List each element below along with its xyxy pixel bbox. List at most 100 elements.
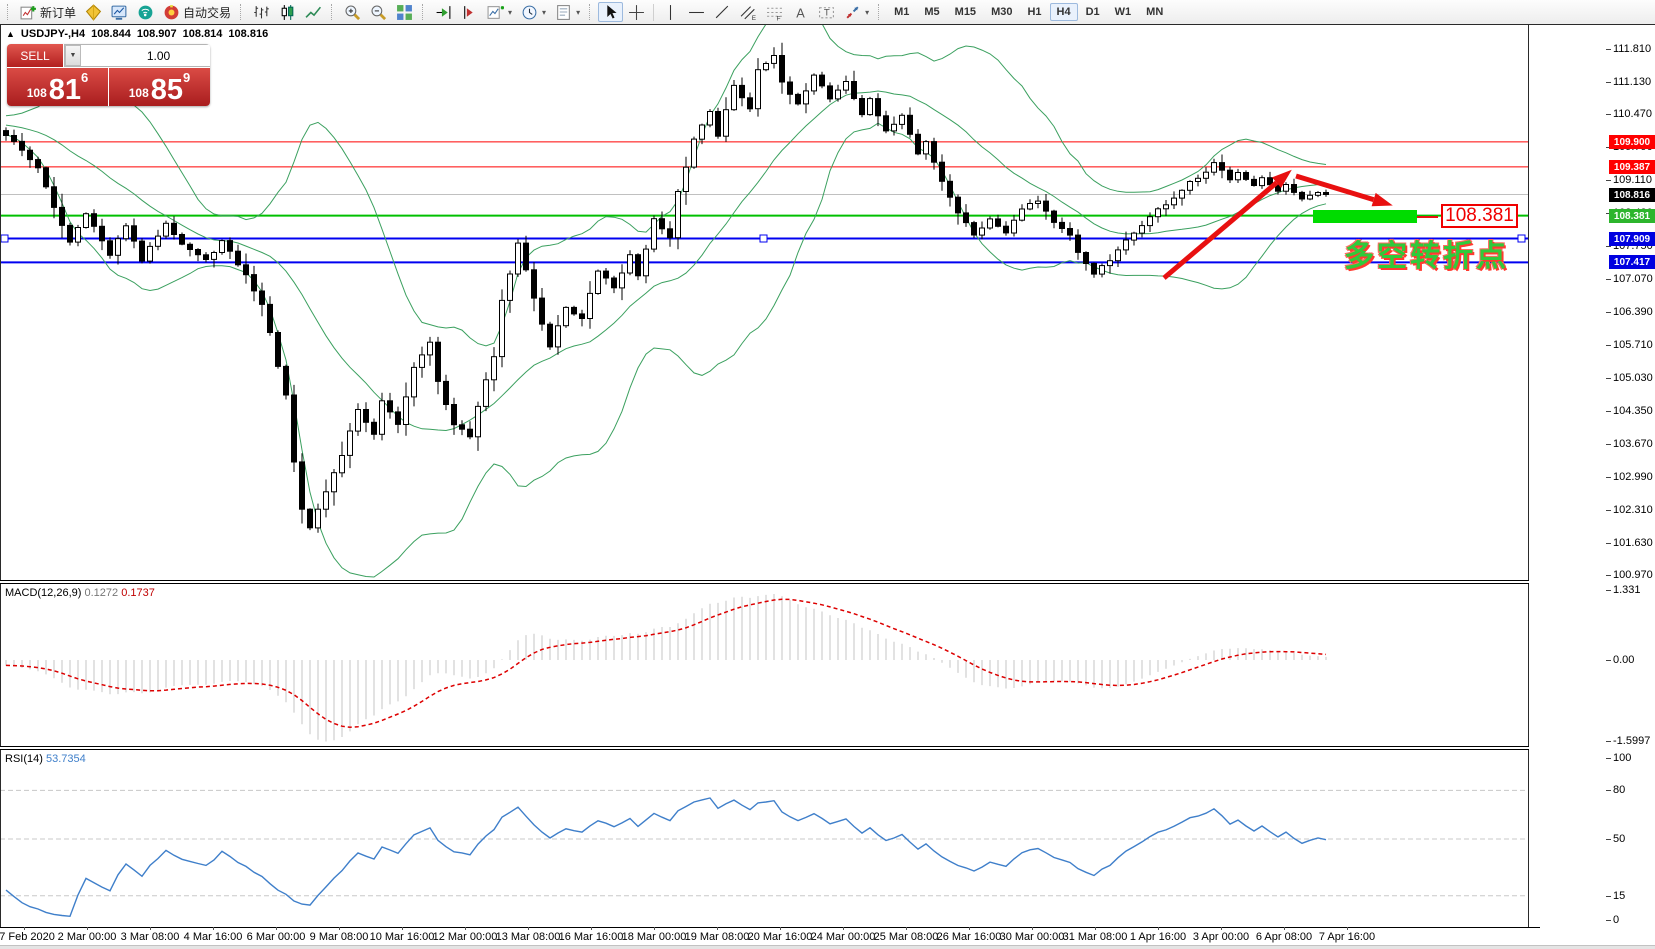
candlestick-chart-button[interactable] bbox=[275, 2, 300, 22]
main-chart-pane[interactable] bbox=[0, 25, 1529, 580]
timeframe-m30[interactable]: M30 bbox=[984, 3, 1019, 21]
volume-input[interactable] bbox=[81, 45, 210, 66]
price-tick-mark bbox=[1606, 575, 1611, 576]
signals-icon bbox=[137, 4, 154, 21]
tile-windows-button[interactable] bbox=[392, 2, 417, 22]
auto-scroll-button[interactable] bbox=[431, 2, 456, 22]
price-tick-label: 104.350 bbox=[1613, 405, 1653, 417]
zoom-in-button[interactable] bbox=[340, 2, 365, 22]
equidistant-channel-icon: E bbox=[740, 4, 757, 21]
timeframe-mn[interactable]: MN bbox=[1139, 3, 1170, 21]
macd-axis[interactable]: 1.3310.00-1.5997 bbox=[1529, 584, 1655, 746]
time-axis[interactable]: 27 Feb 20202 Mar 00:003 Mar 08:004 Mar 1… bbox=[0, 929, 1540, 945]
time-tick-mark bbox=[528, 927, 529, 930]
chart-frame-left bbox=[0, 24, 1, 927]
timeframe-m5[interactable]: M5 bbox=[917, 3, 946, 21]
horizontal-line-tool-button[interactable] bbox=[684, 2, 709, 22]
timeframe-m1[interactable]: M1 bbox=[887, 3, 916, 21]
volume-decrease-button[interactable]: ▼ bbox=[65, 45, 81, 66]
fibonacci-tool-button[interactable]: F bbox=[762, 2, 787, 22]
line-chart-button[interactable] bbox=[301, 2, 326, 22]
time-tick-label: 10 Mar 16:00 bbox=[370, 931, 435, 943]
time-tick-mark bbox=[87, 927, 88, 930]
indicators-button[interactable]: ▾ bbox=[483, 2, 516, 22]
time-tick-mark bbox=[150, 927, 151, 930]
chart-shift-button[interactable] bbox=[457, 2, 482, 22]
timeframe-m15[interactable]: M15 bbox=[948, 3, 983, 21]
zoom-out-button[interactable] bbox=[366, 2, 391, 22]
sell-price-button[interactable]: 108 81 6 bbox=[7, 68, 108, 106]
volume-box: ▼ ▲ bbox=[64, 44, 210, 67]
price-badge: 107.417 bbox=[1609, 255, 1655, 269]
rsi-pane[interactable]: RSI(14) 53.7354 bbox=[0, 750, 1529, 927]
timeframe-h4[interactable]: H4 bbox=[1050, 3, 1078, 21]
buy-price-pips: 85 bbox=[151, 77, 183, 103]
symbol-info-line: ▲ USDJPY-,H4 108.844 108.907 108.814 108… bbox=[6, 28, 268, 40]
time-tick-label: 16 Mar 16:00 bbox=[559, 931, 624, 943]
price-tick-label: 102.310 bbox=[1613, 504, 1653, 516]
time-tick-mark bbox=[654, 927, 655, 930]
macd-chart[interactable] bbox=[0, 584, 1529, 746]
price-axis[interactable]: 111.810111.130110.470109.790109.110108.4… bbox=[1529, 25, 1655, 580]
candlestick-chart[interactable] bbox=[0, 25, 1529, 580]
price-tick-label: 105.710 bbox=[1613, 339, 1653, 351]
new-order-button[interactable]: 新订单 bbox=[16, 2, 80, 22]
trendline-icon bbox=[714, 4, 731, 21]
bar-chart-button[interactable] bbox=[249, 2, 274, 22]
sell-price-pips: 81 bbox=[49, 77, 81, 103]
price-tick-mark bbox=[1606, 510, 1611, 511]
periods-dropdown-caret[interactable]: ▾ bbox=[542, 8, 546, 17]
arrows-dropdown-caret[interactable]: ▾ bbox=[865, 8, 869, 17]
periods-button[interactable]: ▾ bbox=[517, 2, 550, 22]
text-label-tool-button[interactable]: T bbox=[814, 2, 839, 22]
rsi-tick-label: 0 bbox=[1613, 914, 1619, 926]
indicators-dropdown-caret[interactable]: ▾ bbox=[508, 8, 512, 17]
vertical-line-tool-button[interactable] bbox=[658, 2, 683, 22]
text-label-icon: T bbox=[818, 4, 835, 21]
timeframe-h1[interactable]: H1 bbox=[1020, 3, 1048, 21]
svg-text:F: F bbox=[777, 15, 781, 21]
buy-price-button[interactable]: 108 85 9 bbox=[109, 68, 210, 106]
crosshair-tool-button[interactable] bbox=[624, 2, 649, 22]
indicators-icon bbox=[487, 4, 504, 21]
arrows-tool-button[interactable]: ▾ bbox=[840, 2, 873, 22]
ohlc-high: 108.907 bbox=[137, 28, 177, 40]
pane-separator[interactable] bbox=[0, 580, 1529, 584]
channel-tool-button[interactable]: E bbox=[736, 2, 761, 22]
metaeditor-icon bbox=[85, 4, 102, 21]
pane-separator[interactable] bbox=[0, 746, 1529, 750]
bar-chart-icon bbox=[253, 4, 270, 21]
templates-dropdown-caret[interactable]: ▾ bbox=[576, 8, 580, 17]
chinese-annotation[interactable]: 多空转折点 bbox=[1344, 231, 1509, 275]
rsi-value: 53.7354 bbox=[46, 753, 86, 765]
templates-button[interactable]: ▾ bbox=[551, 2, 584, 22]
rsi-axis[interactable]: 1008050150 bbox=[1529, 750, 1655, 927]
text-tool-button[interactable]: A bbox=[788, 2, 813, 22]
macd-tick-label: 1.331 bbox=[1613, 584, 1641, 596]
rsi-tick-mark bbox=[1606, 790, 1611, 791]
autotrading-label: 自动交易 bbox=[183, 4, 231, 21]
toolbar: 新订单 自动交易 ▾ ▾ bbox=[0, 0, 1655, 24]
time-tick-mark bbox=[591, 927, 592, 930]
price-callout-box[interactable]: 108.381 bbox=[1441, 204, 1518, 228]
trendline-tool-button[interactable] bbox=[710, 2, 735, 22]
expand-arrow-icon[interactable]: ▲ bbox=[6, 29, 15, 39]
time-tick-mark bbox=[402, 927, 403, 930]
timeframe-d1[interactable]: D1 bbox=[1079, 3, 1107, 21]
macd-tick-label: 0.00 bbox=[1613, 654, 1634, 666]
tile-windows-icon bbox=[396, 4, 413, 21]
sell-button[interactable]: SELL bbox=[7, 44, 63, 67]
candlestick-chart-icon bbox=[279, 4, 296, 21]
time-tick-label: 26 Mar 16:00 bbox=[937, 931, 1002, 943]
cursor-tool-button[interactable] bbox=[598, 2, 623, 22]
timeframe-w1[interactable]: W1 bbox=[1108, 3, 1139, 21]
metaeditor-button[interactable] bbox=[81, 2, 106, 22]
price-tick-label: 105.030 bbox=[1613, 372, 1653, 384]
terminal-button[interactable] bbox=[107, 2, 132, 22]
auto-scroll-icon bbox=[435, 4, 452, 21]
signals-button[interactable] bbox=[133, 2, 158, 22]
macd-pane[interactable]: MACD(12,26,9) 0.1272 0.1737 bbox=[0, 584, 1529, 746]
autotrading-button[interactable]: 自动交易 bbox=[159, 2, 235, 22]
time-tick-label: 6 Apr 08:00 bbox=[1256, 931, 1312, 943]
rsi-chart[interactable] bbox=[0, 750, 1529, 927]
